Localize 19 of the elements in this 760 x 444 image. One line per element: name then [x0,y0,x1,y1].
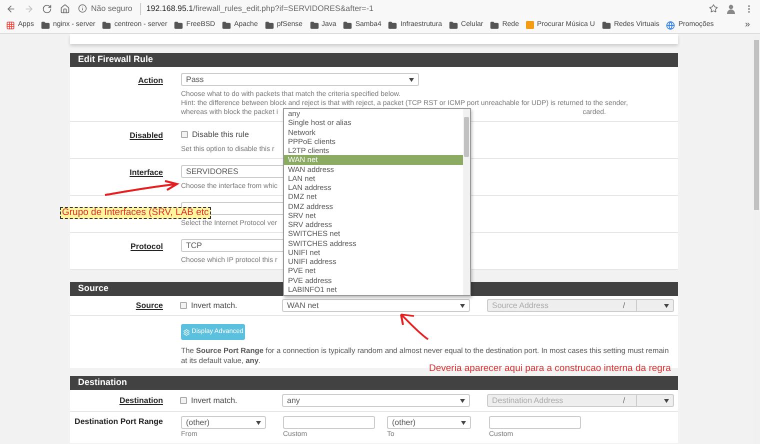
field-label: Interface [130,167,163,179]
checkbox-label: Invert match. [191,300,238,312]
checkbox-label: Invert match. [191,394,238,406]
field-label: Destination Port Range [74,416,163,428]
annotation-text: Deveria aparecer aqui para a construcao interna da regra [429,363,671,374]
section-header: Edit Firewall Rule [70,53,678,67]
field-label: Destination [119,394,163,406]
field-label: Action [138,75,163,87]
field-label: Protocol [130,241,163,253]
slash-separator: / [622,394,626,406]
annotation-note: Grupo de Interfaces (SRV, LAB etc [60,207,211,219]
checkbox-label: Disable this rule [192,128,249,140]
slash-separator: / [622,300,626,312]
address-field: Destination Address / [487,394,674,407]
security-label: Não seguro [91,2,132,14]
section-header: Destination [70,376,678,390]
address-field: Source Address / [487,299,674,312]
field-label: Disabled [130,130,163,142]
field-label: Source [136,300,163,312]
